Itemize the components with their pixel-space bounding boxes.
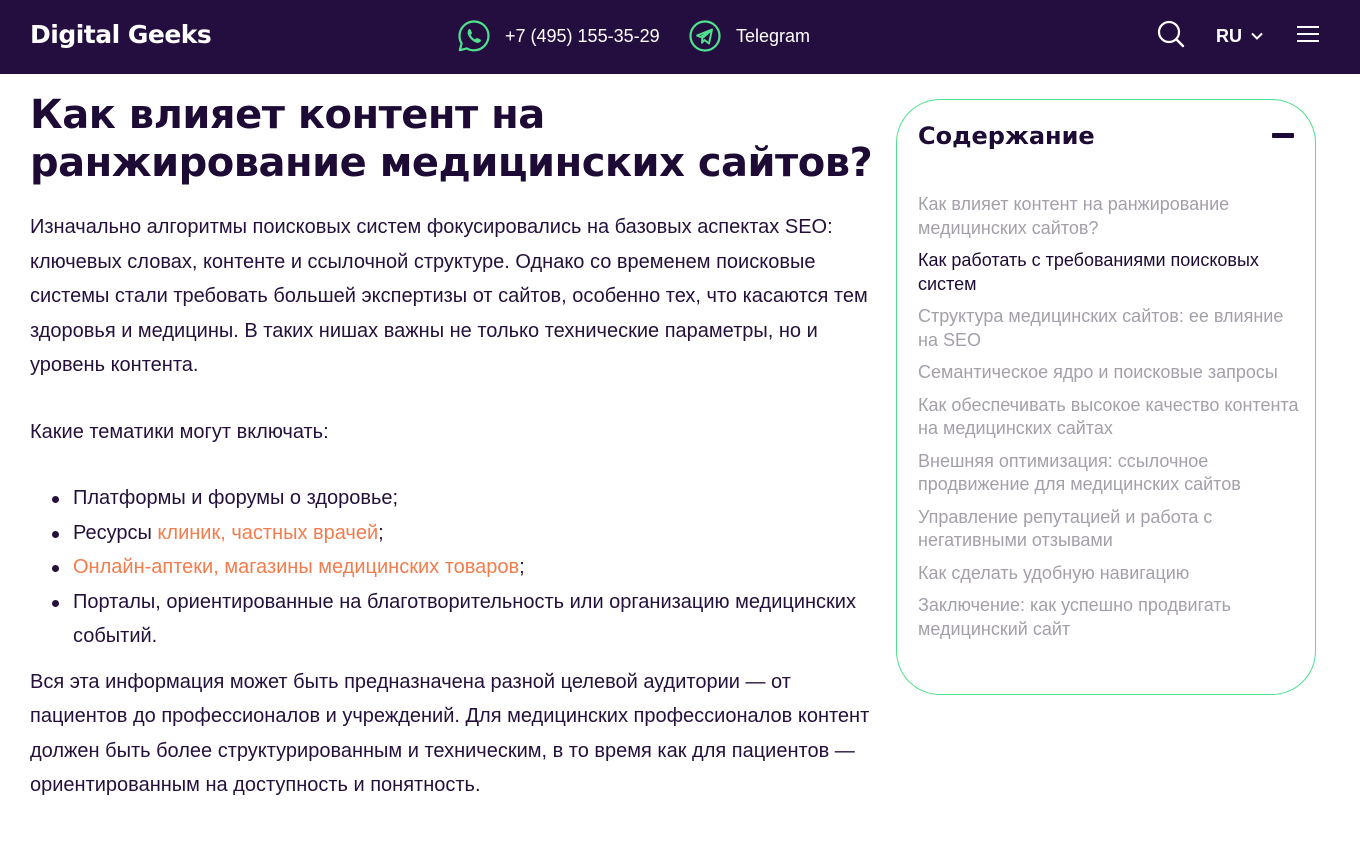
list-item: Платформы и форумы о здоровье; (30, 481, 880, 516)
topics-list: Платформы и форумы о здоровье; Ресурсы к… (30, 481, 880, 654)
article-content: Как влияет контент на ранжирование медиц… (30, 86, 880, 803)
toc-item[interactable]: Как сделать удобную навигацию (918, 562, 1303, 586)
bullet-icon (52, 530, 59, 538)
hamburger-menu-icon (1297, 25, 1319, 48)
article-paragraph: Какие тематики могут включать: (30, 420, 329, 443)
bullet-icon (52, 565, 59, 572)
list-item: Порталы, ориентированные на благотворите… (30, 585, 880, 654)
logo[interactable]: Digital Geeks (30, 18, 212, 52)
toc-item[interactable]: Внешняя оптимизация: ссылочное продвижен… (918, 450, 1303, 497)
list-item: Ресурсы клиник, частных врачей; (30, 516, 880, 551)
toc-item-active[interactable]: Как работать с требованиями поисковых си… (918, 249, 1303, 296)
toc-item[interactable]: Структура медицинских сайтов: ее влияние… (918, 305, 1303, 352)
toc-item[interactable]: Управление репутацией и работа с негатив… (918, 506, 1303, 553)
article-title: Как влияет контент на ранжирование медиц… (30, 92, 873, 186)
telegram-link[interactable]: Telegram (736, 19, 810, 53)
toc-item[interactable]: Как влияет контент на ранжирование медиц… (918, 193, 1303, 240)
whatsapp-icon (457, 19, 491, 53)
phone-contact[interactable]: +7 (495) 155-35-29 (457, 19, 660, 53)
toc-item[interactable]: Заключение: как успешно продвигать медиц… (918, 594, 1303, 641)
list-item: Онлайн-аптеки, магазины медицинских това… (30, 550, 880, 585)
toc-item[interactable]: Как обеспечивать высокое качество контен… (918, 394, 1303, 441)
telegram-icon (688, 19, 722, 53)
menu-button[interactable] (1297, 19, 1321, 53)
toc-item[interactable]: Семантическое ядро и поисковые запросы (918, 361, 1303, 385)
chevron-down-icon (1251, 32, 1263, 40)
toc-list: Как влияет контент на ранжирование медиц… (918, 193, 1303, 650)
phone-number[interactable]: +7 (495) 155-35-29 (505, 19, 660, 53)
bullet-icon (52, 496, 59, 503)
article-paragraph: Изначально алгоритмы поисковых систем фо… (30, 216, 868, 376)
language-label: RU (1216, 25, 1242, 46)
article-paragraph: Вся эта информация может быть предназнач… (30, 670, 870, 797)
language-selector[interactable]: RU (1216, 19, 1263, 53)
minus-icon[interactable] (1272, 133, 1294, 138)
site-header: Digital Geeks +7 (495) 155-35-29 Telegra… (0, 0, 1360, 74)
clinics-link[interactable]: клиник, частных врачей (157, 522, 378, 544)
telegram-contact[interactable]: Telegram (688, 19, 810, 53)
toc-title: Содержание (918, 122, 1095, 150)
table-of-contents: Содержание Как влияет контент на ранжиро… (896, 99, 1316, 695)
search-icon (1157, 20, 1185, 53)
search-button[interactable] (1156, 19, 1186, 53)
pharmacies-link[interactable]: Онлайн-аптеки, магазины медицинских това… (73, 556, 519, 578)
bullet-icon (52, 599, 59, 607)
